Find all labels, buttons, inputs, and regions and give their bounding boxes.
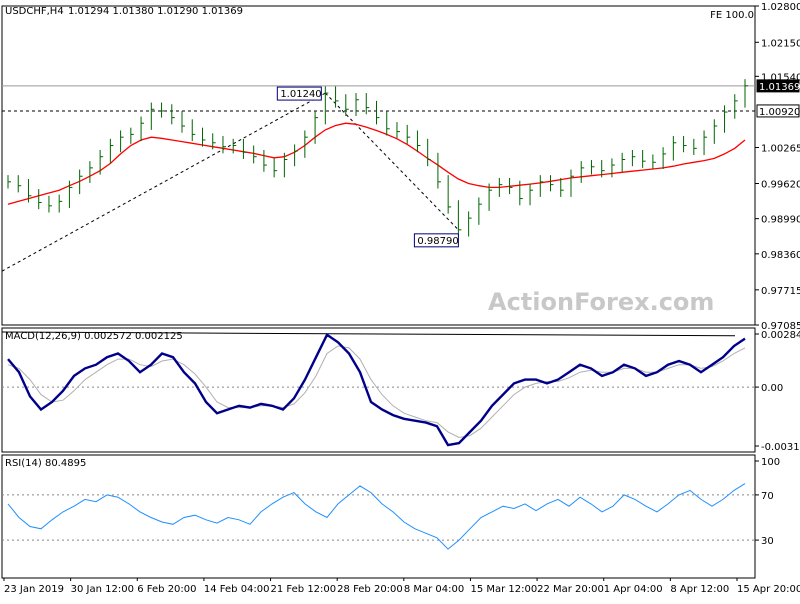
- x-axis-tick-label: 14 Feb 04:00: [204, 584, 270, 595]
- macd-axis-tick-label: -0.003156: [761, 442, 800, 453]
- rsi-line: [7, 483, 746, 550]
- price-axis-tick-label: 0.98990: [761, 215, 800, 226]
- header-symbol: USDCHF,H4: [5, 6, 64, 17]
- x-axis-tick-label: 28 Feb 20:00: [337, 584, 403, 595]
- x-axis-tick-label: 30 Jan 12:00: [71, 584, 134, 595]
- x-axis-tick-label: 8 Apr 12:00: [670, 584, 729, 595]
- x-axis-tick-label: 22 Mar 20:00: [537, 584, 604, 595]
- x-axis-tick-label: 15 Apr 20:00: [737, 584, 800, 595]
- price-value-tag-label: 1.00920: [759, 107, 800, 118]
- x-axis-tick-label: 8 Mar 04:00: [404, 584, 464, 595]
- x-axis-tick-label: 1 Apr 04:00: [604, 584, 663, 595]
- macd-signal-line: [7, 345, 746, 439]
- price-panel-frame: [1, 5, 756, 326]
- macd-axis-tick-label: 0.002845: [761, 330, 800, 341]
- price-axis-tick-label: 0.98360: [761, 250, 800, 261]
- macd-title: MACD(12,26,9) 0.002572 0.002125: [5, 331, 183, 342]
- price-value-tag-label: 1.01369: [759, 82, 800, 93]
- x-axis-tick-label: 15 Mar 12:00: [470, 584, 537, 595]
- fib-trend-line-up: [1, 92, 326, 272]
- fib-trend-line-down: [324, 92, 459, 231]
- moving-average-line: [7, 122, 746, 205]
- macd-line: [7, 333, 746, 447]
- rsi-title: RSI(14) 80.4895: [5, 458, 86, 469]
- chart-window: USDCHF,H4 1.01294 1.01380 1.01290 1.0136…: [0, 0, 800, 600]
- header-ohlc: 1.01294 1.01380 1.01290 1.01369: [68, 6, 243, 17]
- chart-canvas: USDCHF,H4 1.01294 1.01380 1.01290 1.0136…: [1, 2, 800, 595]
- price-axis-tick-label: 1.02800: [761, 2, 800, 13]
- rsi-axis-tick-label: 30: [761, 536, 774, 547]
- annotation-label: 1.01240: [280, 89, 321, 100]
- x-axis-tick-label: 23 Jan 2019: [4, 584, 64, 595]
- price-axis-tick-label: 1.02150: [761, 38, 800, 49]
- x-axis-tick-label: 21 Feb 12:00: [271, 584, 337, 595]
- price-axis-tick-label: 0.99620: [761, 180, 800, 191]
- text-layer: USDCHF,H4 1.01294 1.01380 1.01290 1.0136…: [4, 2, 800, 595]
- rsi-axis-tick-label: 70: [761, 491, 774, 502]
- rsi-panel-frame: [1, 454, 756, 579]
- annotation-label: 0.98790: [417, 236, 458, 247]
- macd-axis-tick-label: 0.00: [761, 383, 783, 394]
- price-axis-tick-label: 0.97715: [761, 286, 800, 297]
- fe-label: FE 100.0: [710, 10, 754, 21]
- x-axis-tick-label: 6 Feb 20:00: [137, 584, 196, 595]
- rsi-axis-tick-label: 100: [761, 457, 780, 468]
- watermark: ActionForex.com: [488, 288, 714, 316]
- price-axis-tick-label: 1.00265: [761, 143, 800, 154]
